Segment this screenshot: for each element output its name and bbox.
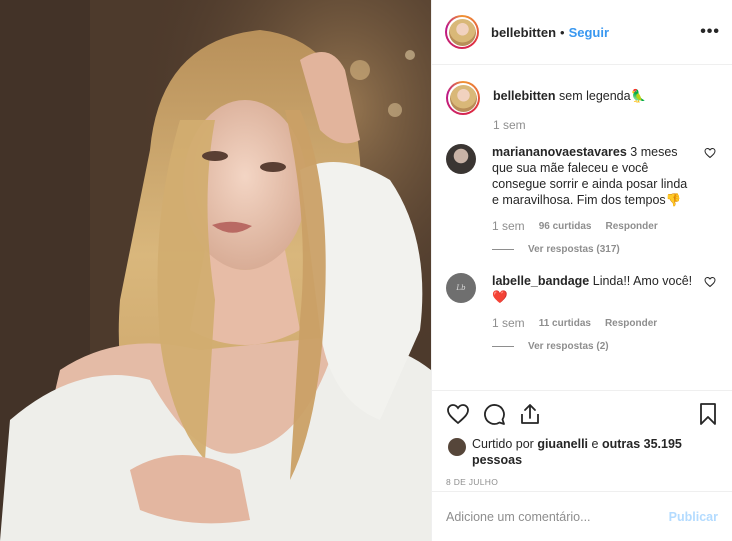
comment-username[interactable]: mariananovaestavares <box>492 145 627 159</box>
heart-emoji-icon: ❤️ <box>492 290 508 304</box>
replies-divider <box>492 346 514 347</box>
view-replies-button[interactable]: Ver respostas (317) <box>492 244 696 255</box>
reply-button[interactable]: Responder <box>606 221 658 232</box>
parrot-emoji-icon: 🦜 <box>630 89 647 103</box>
post-image <box>0 0 431 541</box>
post-photo[interactable] <box>0 0 431 541</box>
comment-text: Linda!! Amo você! <box>592 274 693 288</box>
comment-likes[interactable]: 11 curtidas <box>539 318 591 329</box>
likes-connector: e <box>591 437 599 451</box>
liker-username[interactable]: giuanelli <box>537 437 588 451</box>
comments-section: bellebitten sem legenda🦜 1 sem marianano… <box>432 66 732 390</box>
add-comment-bar: Adicione um comentário... Publicar <box>432 491 732 541</box>
caption-avatar[interactable] <box>446 81 480 115</box>
comment-avatar[interactable]: Lb <box>446 273 476 303</box>
caption-text: sem legenda <box>559 89 631 103</box>
save-bookmark-icon[interactable] <box>696 402 720 426</box>
comment-avatar[interactable] <box>446 144 476 174</box>
view-replies-button[interactable]: Ver respostas (2) <box>492 341 696 352</box>
caption-body: bellebitten sem legenda🦜 1 sem <box>493 88 716 132</box>
like-comment-heart-icon[interactable] <box>704 147 716 159</box>
reply-button[interactable]: Responder <box>605 318 657 329</box>
post-actions: Curtido por giuanelli e outras 35.195 pe… <box>432 390 732 487</box>
caption-time[interactable]: 1 sem <box>493 118 526 132</box>
caption: bellebitten sem legenda🦜 1 sem <box>446 81 716 132</box>
action-icons <box>446 401 720 427</box>
comment-likes[interactable]: 96 curtidas <box>539 221 592 232</box>
avatar-border <box>448 83 478 113</box>
like-heart-icon[interactable] <box>446 402 470 426</box>
comment-username[interactable]: labelle_bandage <box>492 274 589 288</box>
comment-bubble-icon[interactable] <box>482 402 506 426</box>
view-replies-label: Ver respostas (2) <box>528 341 609 352</box>
follow-button[interactable]: Seguir <box>569 25 609 40</box>
comment-meta: 1 sem 11 curtidas Responder <box>492 316 696 330</box>
caption-username[interactable]: bellebitten <box>493 89 556 103</box>
author-username[interactable]: bellebitten <box>491 25 556 40</box>
post-view: bellebitten • Seguir ••• bellebitten sem… <box>0 0 732 541</box>
post-date[interactable]: 8 DE JULHO <box>446 477 720 487</box>
avatar-logo: Lb <box>456 284 466 292</box>
avatar-border <box>447 17 477 47</box>
comment-body: labelle_bandage Linda!! Amo você! ❤️ 1 se… <box>492 273 696 352</box>
view-replies-label: Ver respostas (317) <box>528 244 620 255</box>
comment: Lb labelle_bandage Linda!! Amo você! ❤️ 1… <box>446 273 716 352</box>
post-side-panel: bellebitten • Seguir ••• bellebitten sem… <box>431 0 732 541</box>
caption-text-line: bellebitten sem legenda🦜 <box>493 88 716 104</box>
caption-meta: 1 sem <box>493 118 716 132</box>
author-avatar[interactable] <box>445 15 479 49</box>
comment-text-line: mariananovaestavares 3 meses que sua mãe… <box>492 144 696 208</box>
publish-button[interactable]: Publicar <box>669 510 718 524</box>
caption-avatar-image <box>449 84 477 112</box>
liker-avatar[interactable] <box>448 438 466 456</box>
more-icon[interactable]: ••• <box>700 23 720 41</box>
comment-body: mariananovaestavares 3 meses que sua mãe… <box>492 144 696 255</box>
liked-by-prefix: Curtido por <box>472 437 534 451</box>
comment-input[interactable]: Adicione um comentário... <box>446 510 591 524</box>
comment: mariananovaestavares 3 meses que sua mãe… <box>446 144 716 255</box>
post-header: bellebitten • Seguir ••• <box>432 0 732 65</box>
likes-text: Curtido por giuanelli e outras 35.195 pe… <box>472 436 720 468</box>
replies-divider <box>492 249 514 250</box>
author-avatar-image <box>448 18 476 46</box>
thumbs-down-emoji-icon: 👎 <box>665 193 682 207</box>
likes-summary: Curtido por giuanelli e outras 35.195 pe… <box>446 436 720 468</box>
comment-time[interactable]: 1 sem <box>492 219 525 233</box>
comment-time[interactable]: 1 sem <box>492 316 525 330</box>
like-comment-heart-icon[interactable] <box>704 276 716 288</box>
comment-meta: 1 sem 96 curtidas Responder <box>492 219 696 233</box>
comment-text-line: labelle_bandage Linda!! Amo você! ❤️ <box>492 273 696 305</box>
share-icon[interactable] <box>518 402 542 426</box>
separator-dot: • <box>560 24 565 40</box>
